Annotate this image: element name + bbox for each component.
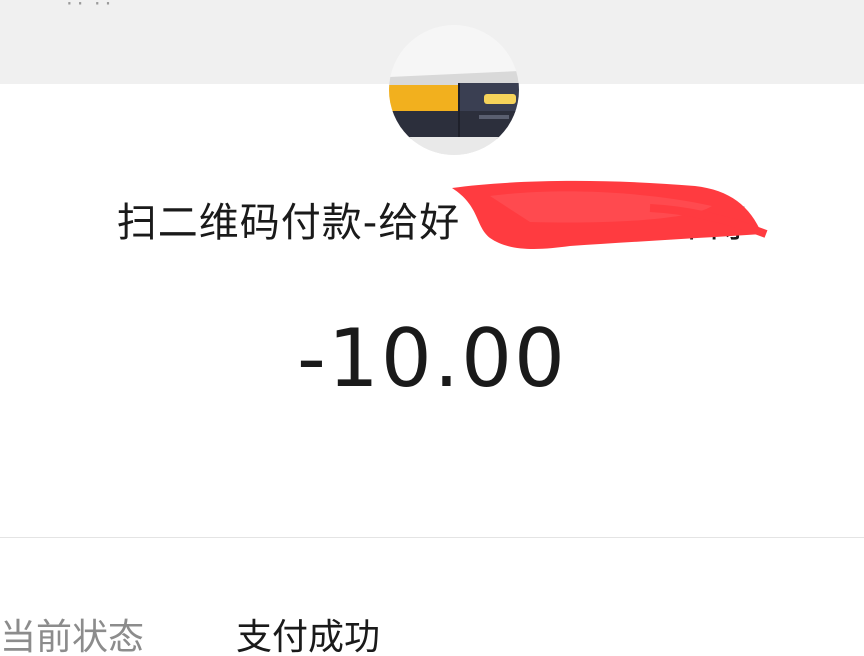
payment-title-row: 扫二维码付款-给好 师傅	[0, 190, 864, 248]
transaction-detail-page: ٠٠ ٠٠ 扫二维码付款-给好 师傅 -10.00 当前状态 支付成功	[0, 0, 864, 656]
status-value: 支付成功	[236, 617, 381, 656]
status-bar-fragment: ٠٠ ٠٠	[64, 0, 114, 14]
payment-amount: -10.00	[297, 312, 567, 405]
payment-title: 扫二维码付款-给好 师傅	[116, 200, 748, 246]
section-divider	[0, 537, 864, 538]
merchant-avatar	[389, 25, 519, 155]
status-label: 当前状态	[0, 617, 145, 656]
